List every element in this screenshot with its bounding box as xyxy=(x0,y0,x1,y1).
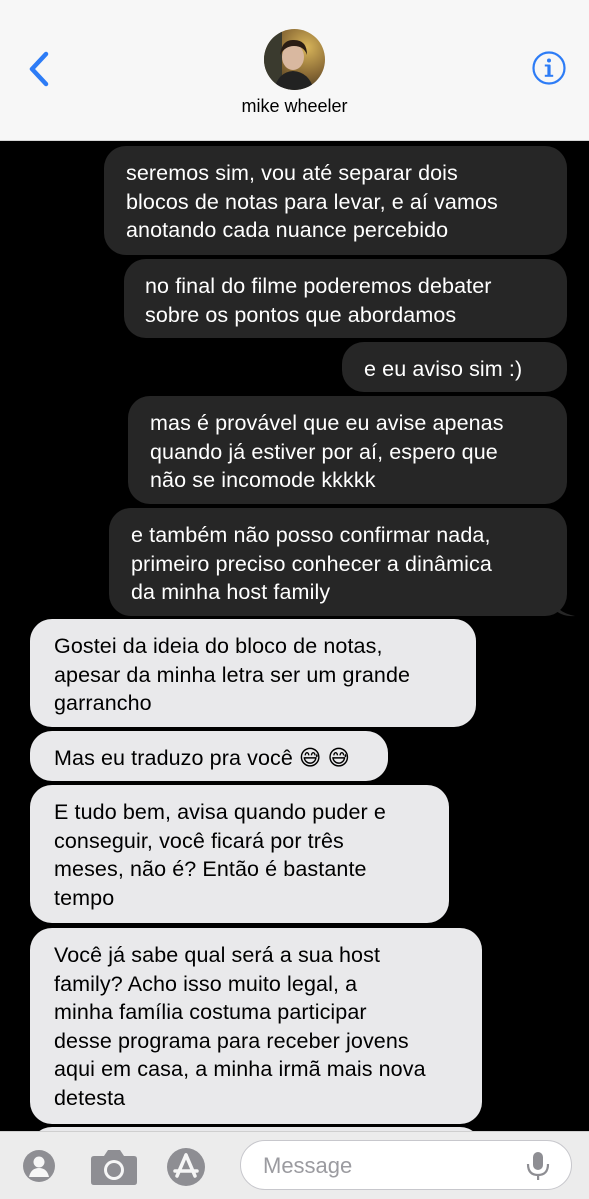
chevron-left-icon[interactable] xyxy=(24,48,56,90)
message-bubble-received[interactable]: Mas eu traduzo pra você 😅 😅 xyxy=(30,731,388,781)
message-bubble-received[interactable]: Você já sabe qual será a sua host family… xyxy=(30,928,482,1124)
message-bubble-sent[interactable]: seremos sim, vou até separar dois blocos… xyxy=(104,146,567,255)
conversation-header: mike wheeler xyxy=(0,0,589,141)
camera-icon[interactable] xyxy=(90,1148,138,1186)
message-bubble-received[interactable]: Gostei da ideia do bloco de notas, apesa… xyxy=(30,619,476,727)
message-bubble-received[interactable]: E tudo bem, avisa quando puder e consegu… xyxy=(30,785,449,923)
message-placeholder: Message xyxy=(263,1153,353,1178)
apps-icon[interactable] xyxy=(23,1150,55,1182)
message-list[interactable]: seremos sim, vou até separar dois blocos… xyxy=(0,141,589,1131)
avatar[interactable] xyxy=(264,29,325,90)
info-icon[interactable] xyxy=(531,50,567,86)
message-bubble-sent[interactable]: no final do filme poderemos debater sobr… xyxy=(124,259,567,338)
message-bubble-sent[interactable]: e também não posso confirmar nada, prime… xyxy=(109,508,567,616)
message-input-bar: Message xyxy=(0,1131,589,1199)
bubble-tail xyxy=(553,598,575,617)
message-bubble-sent[interactable]: e eu aviso sim :) xyxy=(342,342,567,392)
microphone-icon[interactable] xyxy=(525,1151,551,1181)
app-store-icon[interactable] xyxy=(166,1147,206,1187)
contact-name[interactable]: mike wheeler xyxy=(0,96,589,117)
message-bubble-sent[interactable]: mas é provável que eu avise apenas quand… xyxy=(128,396,567,504)
message-input[interactable]: Message xyxy=(240,1140,572,1190)
